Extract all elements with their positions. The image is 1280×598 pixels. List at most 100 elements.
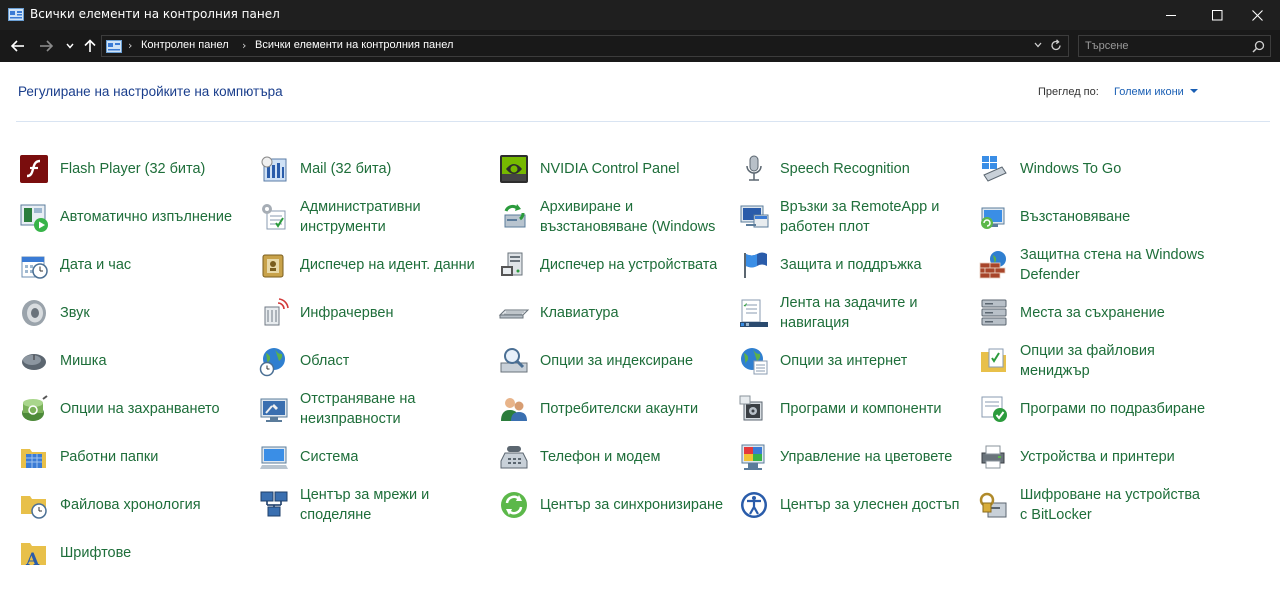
control-panel-item-label: Mail (32 бита) (300, 161, 392, 177)
control-panel-item[interactable]: Административни инструменти (256, 193, 492, 237)
control-panel-item[interactable]: Отстраняване на неизправности (256, 385, 492, 429)
control-panel-item-label: Потребителски акаунти (540, 401, 699, 417)
control-panel-icon (8, 8, 24, 21)
breadcrumb-separator: › (128, 39, 133, 52)
refresh-icon[interactable] (1050, 39, 1062, 52)
remoteapp-icon (740, 205, 769, 228)
control-panel-item[interactable]: Център за мрежи и споделяне (256, 481, 492, 525)
page-title: Регулиране на настройките на компютъра (18, 84, 283, 99)
control-panel-item[interactable]: Опции за интернет (736, 337, 972, 381)
windows-to-go-icon (982, 156, 1007, 182)
control-panel-item-label: Автоматично изпълнение (60, 209, 233, 225)
search-icon[interactable] (1252, 40, 1265, 53)
control-panel-item[interactable]: Файлова хронология (16, 481, 252, 525)
breadcrumb-control-panel[interactable]: Контролен панел (141, 39, 229, 51)
control-panel-item[interactable]: Звук (16, 289, 252, 333)
control-panel-item[interactable]: Потребителски акаунти (496, 385, 732, 429)
control-panel-item[interactable]: Flash Player (32 бита) (16, 145, 252, 189)
control-panel-item-label: Windows To Go (1020, 161, 1122, 177)
control-panel-item[interactable]: Програми и компоненти (736, 385, 972, 429)
control-panel-item[interactable]: Възстановяване (976, 193, 1212, 237)
control-panel-item-label: Защита и поддръжка (780, 257, 922, 273)
control-panel-item[interactable]: A Шрифтове (16, 529, 252, 573)
control-panel-item[interactable]: Програми по подразбиране (976, 385, 1212, 429)
control-panel-item[interactable]: Mail (32 бита) (256, 145, 492, 189)
control-panel-item-label: Телефон и модем (540, 449, 661, 465)
control-panel-item[interactable]: Работни папки (16, 433, 252, 477)
control-panel-item-label: Програми по подразбиране (1020, 401, 1206, 417)
control-panel-item[interactable]: Дата и час (16, 241, 252, 285)
control-panel-item[interactable]: Устройства и принтери (976, 433, 1212, 477)
control-panel-item[interactable]: NVIDIA Control Panel (496, 145, 732, 189)
search-box (1078, 35, 1271, 57)
color-management-icon (741, 444, 765, 470)
view-by-dropdown[interactable]: Големи икони (1114, 86, 1198, 98)
minimize-button[interactable] (1148, 0, 1194, 30)
breadcrumb-separator: › (242, 39, 247, 52)
control-panel-item[interactable]: Връзки за RemoteApp и работен плот (736, 193, 972, 237)
security-flag-icon (744, 252, 767, 278)
search-input[interactable] (1079, 36, 1247, 56)
control-panel-item-label: Мишка (60, 353, 107, 369)
control-panel-item-label: Опции за файловия мениджър (1020, 343, 1155, 379)
control-panel-item[interactable]: Област (256, 337, 492, 381)
control-panel-item[interactable]: Мишка (16, 337, 252, 381)
view-by-value: Големи икони (1114, 86, 1184, 98)
up-button[interactable] (80, 30, 100, 62)
control-panel-item[interactable]: Управление на цветовете (736, 433, 972, 477)
control-panel-item[interactable]: Автоматично изпълнение (16, 193, 252, 237)
storage-spaces-icon (981, 299, 1007, 326)
control-panel-item[interactable]: Опции на захранването (16, 385, 252, 429)
back-button[interactable] (6, 30, 30, 62)
programs-icon (739, 395, 763, 421)
control-panel-item-label: Възстановяване (1020, 209, 1131, 225)
control-panel-item[interactable]: Защитна стена на Windows Defender (976, 241, 1212, 285)
control-panel-item-label: Център за синхронизиране (540, 497, 724, 513)
control-panel-item[interactable]: Лента на задачите и навигация (736, 289, 972, 333)
control-panel-item[interactable]: Инфрачервен (256, 289, 492, 333)
ease-of-access-icon (741, 492, 767, 518)
power-options-icon (22, 395, 48, 421)
control-panel-item[interactable]: Защита и поддръжка (736, 241, 972, 285)
control-panel-item-label: Център за мрежи и споделяне (300, 487, 430, 523)
close-button[interactable] (1234, 0, 1280, 30)
sound-icon (22, 300, 46, 326)
control-panel-item-label: Диспечер на устройствата (540, 257, 718, 273)
control-panel-item[interactable]: Windows To Go (976, 145, 1212, 189)
forward-button[interactable] (34, 30, 58, 62)
control-panel-item-label: Отстраняване на неизправности (300, 391, 416, 427)
control-panel-item[interactable]: Места за съхранение (976, 289, 1212, 333)
control-panel-item[interactable]: Шифроване на устройства с BitLocker (976, 481, 1212, 525)
control-panel-item-label: Flash Player (32 бита) (60, 161, 206, 177)
file-history-icon (21, 496, 47, 519)
control-panel-item[interactable]: Speech Recognition (736, 145, 972, 189)
control-panel-item-label: Защитна стена на Windows Defender (1020, 247, 1205, 283)
control-panel-item[interactable]: Система (256, 433, 492, 477)
control-panel-item-label: Управление на цветовете (780, 449, 953, 465)
internet-options-icon (741, 348, 768, 375)
breadcrumb-all-items[interactable]: Всички елементи на контролния панел (255, 39, 453, 51)
network-center-icon (260, 491, 288, 517)
control-panel-item[interactable]: Архивиране и възстановяване (Windows 7) (496, 193, 732, 237)
control-panel-item[interactable]: Център за синхронизиране (496, 481, 732, 525)
region-icon (259, 348, 285, 377)
control-panel-item-label: Устройства и принтери (1020, 449, 1175, 465)
control-panel-item[interactable]: Опции за файловия мениджър (976, 337, 1212, 381)
control-panel-item[interactable]: Клавиатура (496, 289, 732, 333)
autoplay-icon (20, 204, 48, 232)
control-panel-item[interactable]: Диспечер на идент. данни (256, 241, 492, 285)
scrollbar[interactable] (1270, 62, 1280, 598)
control-panel-item[interactable]: Опции за индексиране (496, 337, 732, 381)
close-icon (1251, 9, 1263, 21)
chevron-down-icon[interactable] (1034, 42, 1042, 48)
header-divider (16, 121, 1270, 122)
control-panel-item-label: Шрифтове (60, 545, 132, 561)
control-panel-item[interactable]: Телефон и модем (496, 433, 732, 477)
control-panel-item[interactable]: Център за улеснен достъп (736, 481, 972, 525)
control-panel-item-label: Лента на задачите и навигация (780, 295, 918, 331)
control-panel-item[interactable]: Диспечер на устройствата (496, 241, 732, 285)
recent-locations-button[interactable] (62, 30, 78, 62)
mail-icon (261, 156, 287, 182)
indexing-icon (500, 348, 528, 373)
address-bar[interactable]: › Контролен панел › Всички елементи на к… (101, 35, 1069, 57)
